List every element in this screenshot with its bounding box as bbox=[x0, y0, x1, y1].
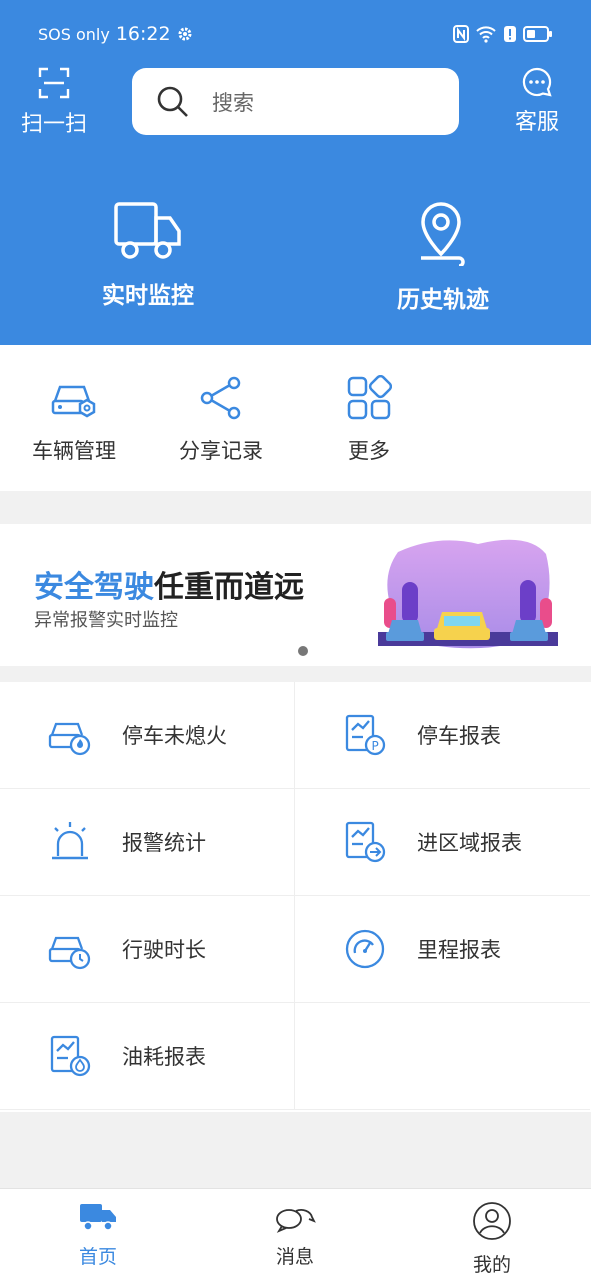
tab-mine-label: 我的 bbox=[472, 1254, 511, 1276]
report-item[interactable]: 油耗报表 bbox=[0, 1003, 295, 1110]
quick-action-label: 分享记录 bbox=[179, 439, 263, 463]
quick-actions-panel: 车辆管理 分享记录 更多 bbox=[0, 345, 591, 491]
history-label: 历史轨迹 bbox=[397, 287, 489, 313]
report-item[interactable]: 进区域报表 bbox=[295, 789, 590, 896]
tab-home-label: 首页 bbox=[78, 1246, 117, 1268]
tab-mine[interactable]: 我的 bbox=[442, 1201, 542, 1277]
chat-bubble-icon bbox=[522, 67, 552, 97]
car-flame-icon bbox=[48, 722, 91, 756]
nfc-icon bbox=[453, 25, 469, 43]
wifi-icon bbox=[476, 26, 496, 43]
location-pin-icon bbox=[421, 202, 465, 268]
history-track-button[interactable]: 历史轨迹 bbox=[343, 200, 543, 314]
report-item[interactable]: 行驶时长 bbox=[0, 896, 295, 1003]
quick-action-label: 更多 bbox=[348, 439, 390, 463]
share-icon bbox=[200, 376, 241, 420]
report-label: 报警统计 bbox=[122, 831, 206, 855]
scan-button[interactable]: 扫一扫 bbox=[18, 66, 90, 138]
report-item[interactable]: 里程报表 bbox=[295, 896, 590, 1003]
area-entry-report-icon bbox=[345, 821, 386, 863]
reports-grid: 停车未熄火 P 停车报表 报警统计 进区域报表 行驶时长 里程报表 油耗报表 bbox=[0, 682, 591, 1112]
customer-service-button[interactable]: 客服 bbox=[501, 66, 573, 136]
battery-icon bbox=[523, 26, 552, 42]
alarm-light-icon bbox=[52, 822, 88, 860]
truck-tab-icon bbox=[80, 1204, 116, 1231]
status-bar: SOS only 16:22 bbox=[38, 20, 553, 48]
search-bar[interactable]: 搜索 bbox=[132, 68, 459, 135]
report-label: 里程报表 bbox=[417, 938, 501, 962]
alert-icon bbox=[504, 26, 516, 42]
top-header: SOS only 16:22 扫一扫 搜索 客服 实时监控 历史轨迹 bbox=[0, 0, 591, 345]
parking-report-icon: P bbox=[345, 714, 386, 756]
truck-icon bbox=[114, 202, 181, 259]
user-profile-icon bbox=[473, 1202, 511, 1240]
banner-illustration bbox=[378, 539, 558, 649]
status-time: 16:22 bbox=[115, 23, 171, 45]
car-settings-icon bbox=[51, 385, 96, 418]
car-clock-icon bbox=[48, 936, 91, 970]
banner-title-highlight: 安全驾驶 bbox=[34, 570, 154, 605]
fuel-report-icon bbox=[50, 1035, 91, 1077]
svg-text:P: P bbox=[372, 739, 379, 753]
report-label: 停车报表 bbox=[417, 724, 501, 748]
speedometer-icon bbox=[345, 929, 385, 969]
report-label: 行驶时长 bbox=[122, 938, 206, 962]
banner-subtitle: 异常报警实时监控 bbox=[34, 610, 178, 631]
scan-label: 扫一扫 bbox=[20, 112, 87, 137]
banner-title-rest: 任重而道远 bbox=[154, 570, 304, 605]
vehicle-management-button[interactable]: 车辆管理 bbox=[19, 375, 129, 465]
report-item[interactable]: P 停车报表 bbox=[295, 682, 590, 789]
quick-action-label: 车辆管理 bbox=[32, 439, 116, 463]
apps-icon bbox=[347, 374, 393, 420]
tab-messages[interactable]: 消息 bbox=[245, 1201, 345, 1269]
empty-cell bbox=[295, 1003, 590, 1110]
report-label: 油耗报表 bbox=[122, 1045, 206, 1069]
report-label: 停车未熄火 bbox=[122, 724, 227, 748]
realtime-monitor-button[interactable]: 实时监控 bbox=[48, 200, 248, 310]
banner-title: 安全驾驶任重而道远 bbox=[34, 562, 304, 606]
scan-icon bbox=[38, 67, 70, 99]
tab-home[interactable]: 首页 bbox=[48, 1201, 148, 1269]
bottom-tab-bar: 首页 消息 我的 bbox=[0, 1188, 591, 1281]
more-button[interactable]: 更多 bbox=[314, 374, 424, 465]
report-label: 进区域报表 bbox=[417, 831, 522, 855]
report-item[interactable]: 停车未熄火 bbox=[0, 682, 295, 789]
realtime-label: 实时监控 bbox=[102, 283, 194, 309]
banner-page-dot[interactable] bbox=[298, 646, 308, 656]
settings-gear-icon bbox=[178, 27, 192, 41]
service-label: 客服 bbox=[514, 110, 559, 135]
search-placeholder: 搜索 bbox=[212, 90, 254, 115]
tab-messages-label: 消息 bbox=[275, 1246, 314, 1268]
network-status: SOS only bbox=[38, 24, 110, 44]
share-records-button[interactable]: 分享记录 bbox=[166, 375, 276, 465]
promo-banner[interactable]: 安全驾驶任重而道远 异常报警实时监控 bbox=[0, 524, 591, 666]
search-icon bbox=[157, 86, 188, 117]
report-item[interactable]: 报警统计 bbox=[0, 789, 295, 896]
messages-icon bbox=[276, 1209, 316, 1233]
